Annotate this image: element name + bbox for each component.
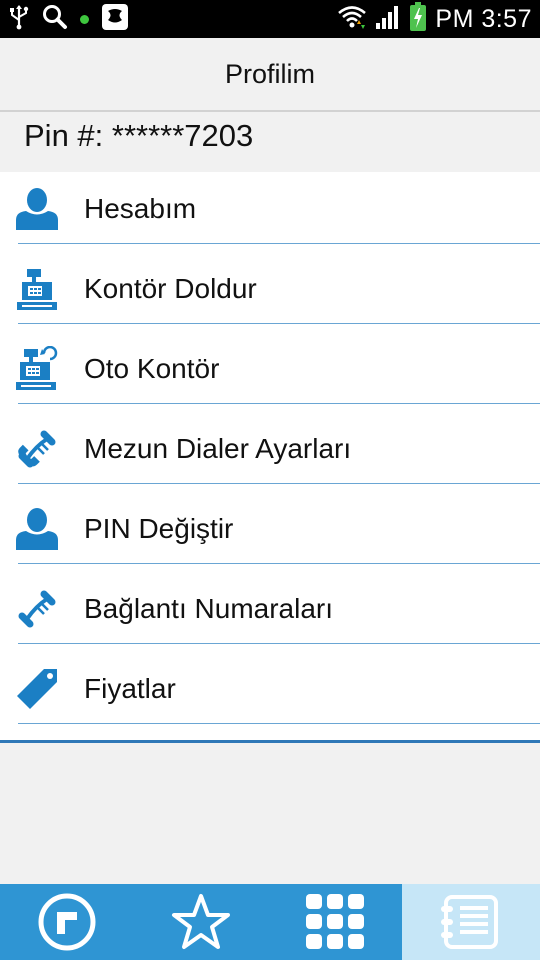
grid-icon bbox=[306, 894, 364, 949]
menu-item-label: Oto Kontör bbox=[84, 353, 220, 384]
divider bbox=[18, 483, 540, 484]
tab-favorites[interactable] bbox=[134, 884, 268, 960]
menu-item-hesabim[interactable]: Hesabım bbox=[0, 172, 540, 252]
tab-profile[interactable] bbox=[402, 884, 540, 960]
phone-icon bbox=[14, 586, 60, 632]
search-icon bbox=[42, 4, 68, 35]
menu-item-label: PIN Değiştir bbox=[84, 513, 234, 544]
bottom-navigation bbox=[0, 884, 540, 960]
menu-item-label: Kontör Doldur bbox=[84, 273, 257, 304]
menu-item-label: Mezun Dialer Ayarları bbox=[84, 433, 352, 464]
tab-keypad[interactable] bbox=[268, 884, 402, 960]
menu-item-pin-degistir[interactable]: PIN Değiştir bbox=[0, 492, 540, 572]
page-header: Profilim bbox=[0, 38, 540, 112]
divider bbox=[18, 643, 540, 644]
menu-item-label: Fiyatlar bbox=[84, 673, 176, 704]
divider bbox=[18, 723, 540, 724]
divider bbox=[18, 243, 540, 244]
phone-icon bbox=[14, 426, 60, 472]
profile-menu: Hesabım Kontör Doldur Oto Kontör Mezun D… bbox=[0, 172, 540, 743]
star-icon bbox=[172, 894, 230, 949]
divider bbox=[18, 563, 540, 564]
user-icon bbox=[14, 186, 60, 232]
status-time: PM 3:57 bbox=[435, 4, 532, 33]
price-tag-icon bbox=[14, 666, 60, 712]
tab-dialer[interactable] bbox=[0, 884, 134, 960]
signal-icon bbox=[375, 4, 401, 35]
divider bbox=[18, 403, 540, 404]
app-notification-icon bbox=[101, 3, 129, 36]
status-bar-left bbox=[8, 0, 129, 38]
status-bar: PM 3:57 bbox=[0, 0, 540, 38]
menu-item-label: Bağlantı Numaraları bbox=[84, 593, 334, 624]
menu-item-mezun-dialer-ayarlari[interactable]: Mezun Dialer Ayarları bbox=[0, 412, 540, 492]
menu-item-label: Hesabım bbox=[84, 193, 197, 224]
status-bar-right: PM 3:57 bbox=[337, 0, 532, 38]
notification-dot-icon bbox=[80, 14, 89, 24]
contacts-list-icon bbox=[441, 895, 498, 949]
dialer-logo-icon bbox=[38, 893, 96, 951]
menu-item-fiyatlar[interactable]: Fiyatlar bbox=[0, 652, 540, 732]
user-icon bbox=[14, 506, 60, 552]
auto-cash-register-icon bbox=[14, 345, 60, 392]
menu-item-kontor-doldur[interactable]: Kontör Doldur bbox=[0, 252, 540, 332]
usb-icon bbox=[8, 4, 30, 35]
pin-label: Pin #: ******7203 bbox=[24, 118, 254, 153]
wifi-icon bbox=[337, 3, 367, 36]
menu-item-oto-kontor[interactable]: Oto Kontör bbox=[0, 332, 540, 412]
page-title: Profilim bbox=[224, 58, 315, 89]
cash-register-icon bbox=[14, 266, 60, 312]
menu-item-baglanti-numaralari[interactable]: Bağlantı Numaraları bbox=[0, 572, 540, 652]
battery-charging-icon bbox=[409, 1, 427, 37]
divider bbox=[18, 323, 540, 324]
